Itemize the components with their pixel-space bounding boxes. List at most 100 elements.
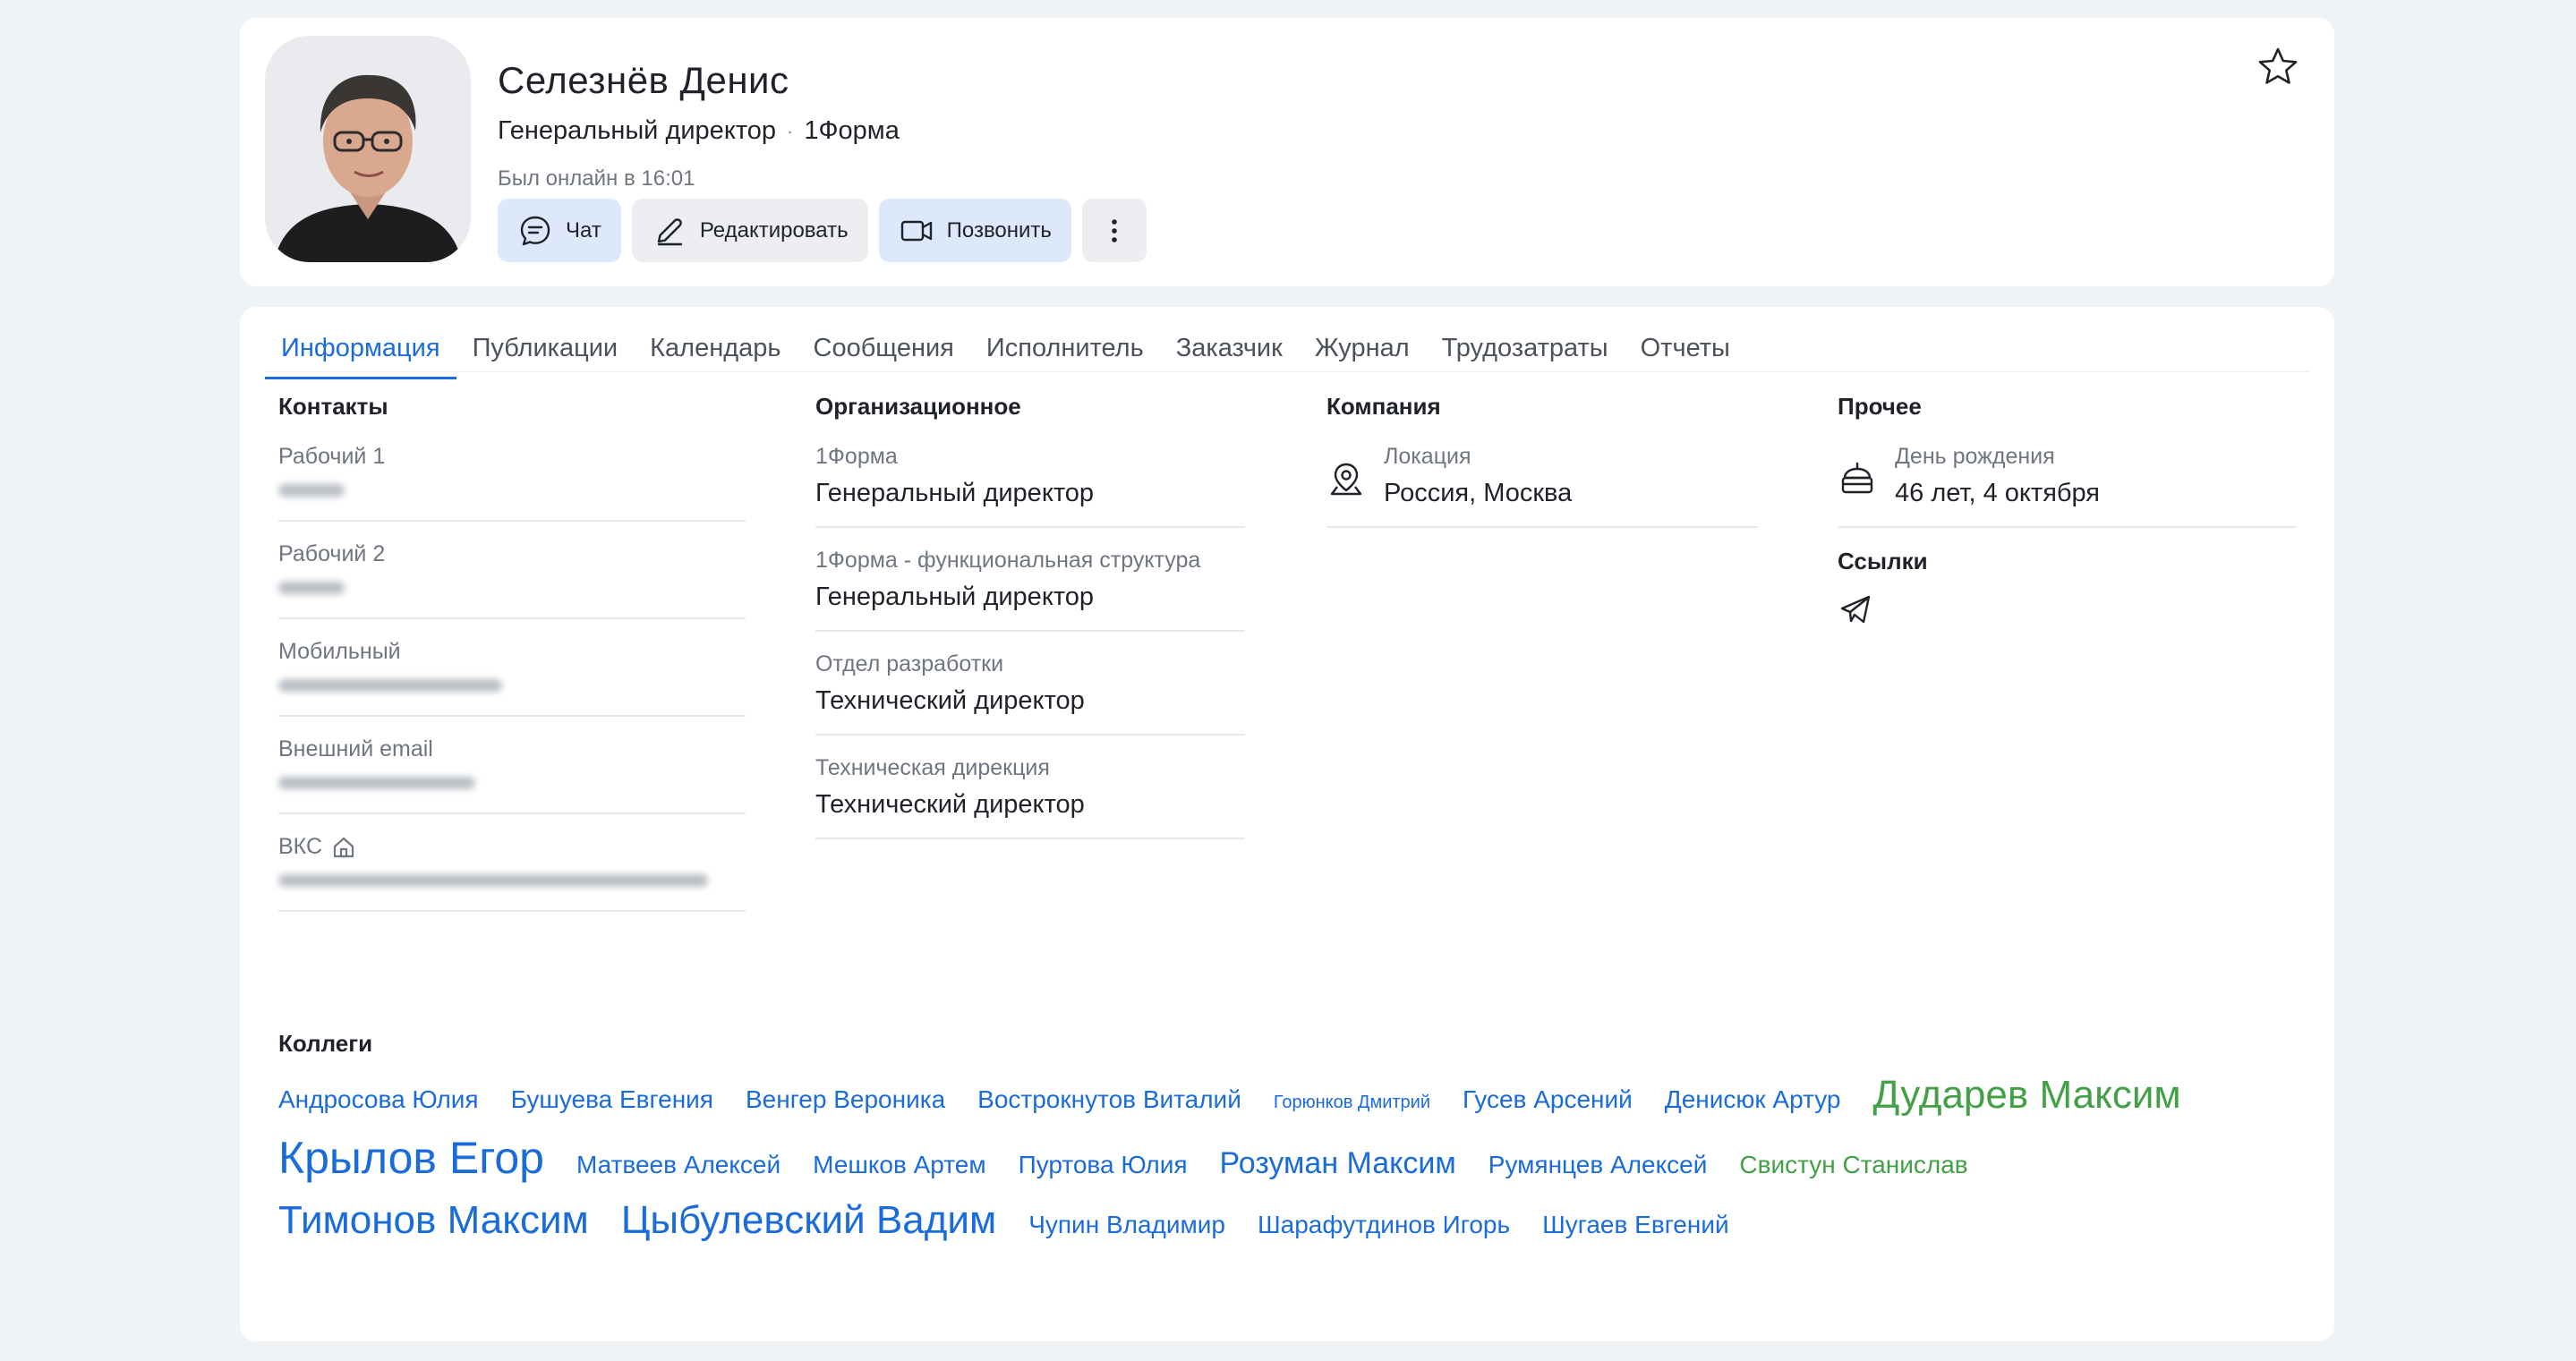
chat-icon	[520, 216, 550, 245]
links-title: Ссылки	[1838, 548, 1928, 574]
company-column: Компания Локация Россия, Москва	[1326, 393, 1758, 548]
cake-icon	[1841, 462, 1873, 494]
location-text: Локация Россия, Москва	[1384, 444, 1572, 508]
field-label: Рабочий 1	[278, 444, 386, 469]
edit-button-label: Редактировать	[699, 217, 849, 242]
colleague-link[interactable]: Венгер Вероника	[746, 1076, 945, 1123]
colleague-link[interactable]: Гусев Арсений	[1463, 1076, 1633, 1123]
tab-calendar[interactable]: Календарь	[634, 319, 797, 379]
field-value: 46 лет, 4 октября	[1895, 479, 2101, 507]
call-button[interactable]: Позвонить	[878, 199, 1071, 262]
company-title: Компания	[1326, 393, 1441, 420]
blurred-value	[278, 771, 746, 795]
tab-bar: Информация Публикации Календарь Сообщени…	[265, 319, 1746, 379]
blurred-value	[278, 479, 746, 502]
org-field: Отдел разработки Технический директор	[815, 651, 1245, 736]
colleague-link[interactable]: Румянцев Алексей	[1488, 1142, 1708, 1188]
colleague-link[interactable]: Розуман Максим	[1220, 1140, 1456, 1187]
field-label: Внешний email	[278, 736, 433, 761]
contact-field-email: Внешний email	[278, 736, 746, 814]
org-column: Организационное 1Форма Генеральный дирек…	[815, 393, 1245, 859]
call-button-label: Позвонить	[946, 217, 1052, 242]
tab-publications[interactable]: Публикации	[456, 319, 635, 379]
field-label: ВКС	[278, 834, 323, 859]
field-value: Генеральный директор	[815, 583, 1095, 611]
colleague-link[interactable]: Пуртова Юлия	[1019, 1142, 1188, 1188]
telegram-icon[interactable]	[1838, 591, 1873, 627]
colleague-link[interactable]: Денисюк Артур	[1665, 1076, 1841, 1123]
colleague-link[interactable]: Тимонов Максим	[278, 1197, 589, 1244]
field-label: Локация	[1384, 444, 1471, 469]
tab-executor[interactable]: Исполнитель	[970, 319, 1160, 379]
birthday-field: День рождения 46 лет, 4 октября	[1838, 444, 2296, 528]
contact-field-work1: Рабочий 1	[278, 444, 746, 522]
tab-information[interactable]: Информация	[265, 319, 456, 379]
home-icon	[333, 837, 354, 857]
org-field: 1Форма Генеральный директор	[815, 444, 1245, 528]
colleague-link[interactable]: Вострокнутов Виталий	[977, 1076, 1241, 1123]
chat-button-label: Чат	[566, 217, 601, 242]
colleague-link[interactable]: Чупин Владимир	[1028, 1202, 1225, 1248]
colleague-link[interactable]: Крылов Егор	[278, 1135, 544, 1181]
colleague-link[interactable]: Цыбулевский Вадим	[621, 1197, 996, 1244]
location-pin-icon	[1330, 463, 1362, 496]
tab-reports[interactable]: Отчеты	[1625, 319, 1746, 379]
field-value: Россия, Москва	[1384, 479, 1573, 507]
profile-name: Селезнёв Денис	[498, 59, 789, 101]
avatar	[265, 36, 471, 262]
colleague-link[interactable]: Матвеев Алексей	[576, 1142, 780, 1188]
colleagues-cloud: Андросова Юлия Бушуева Евгения Венгер Ве…	[278, 1072, 2301, 1248]
field-value: Технический директор	[815, 686, 1085, 715]
tab-messages[interactable]: Сообщения	[798, 319, 970, 379]
separator-dot: ·	[787, 119, 794, 142]
colleague-link[interactable]: Дударев Максим	[1872, 1072, 2180, 1119]
more-vertical-icon	[1112, 218, 1117, 242]
chat-button[interactable]: Чат	[498, 199, 621, 262]
other-title: Прочее	[1838, 393, 1922, 420]
profile-company: 1Форма	[804, 116, 900, 145]
pencil-icon	[657, 217, 683, 245]
colleague-link[interactable]: Мешков Артем	[813, 1142, 985, 1188]
field-label: 1Форма - функциональная структура	[815, 548, 1201, 573]
field-label: 1Форма	[815, 444, 898, 469]
edit-button[interactable]: Редактировать	[631, 199, 868, 262]
blurred-value	[278, 869, 746, 892]
colleagues-title: Коллеги	[278, 1030, 373, 1057]
avatar-photo	[265, 36, 471, 262]
field-label: Мобильный	[278, 639, 401, 664]
field-label: Отдел разработки	[815, 651, 1004, 676]
profile-card: Селезнёв Денис Генеральный директор · 1Ф…	[240, 18, 2334, 286]
field-label-row: ВКС	[278, 834, 746, 860]
online-status: Был онлайн в 16:01	[498, 166, 695, 191]
contacts-title: Контакты	[278, 393, 388, 420]
favorite-star-icon[interactable]	[2256, 45, 2300, 89]
blurred-value	[278, 674, 746, 697]
org-title: Организационное	[815, 393, 1021, 420]
tab-bar-divider	[265, 371, 2309, 372]
contact-field-vks: ВКС	[278, 834, 746, 912]
tab-customer[interactable]: Заказчик	[1160, 319, 1299, 379]
birthday-text: День рождения 46 лет, 4 октября	[1895, 444, 2100, 508]
colleague-link[interactable]: Шугаев Евгений	[1542, 1202, 1729, 1248]
colleague-link[interactable]: Шарафутдинов Игорь	[1258, 1202, 1510, 1248]
tab-journal[interactable]: Журнал	[1299, 319, 1426, 379]
colleague-link[interactable]: Бушуева Евгения	[511, 1076, 713, 1123]
contact-field-work2: Рабочий 2	[278, 541, 746, 619]
profile-position: Генеральный директор	[498, 116, 777, 145]
main-card: Информация Публикации Календарь Сообщени…	[240, 307, 2334, 1341]
contact-field-mobile: Мобильный	[278, 639, 746, 717]
location-field: Локация Россия, Москва	[1326, 444, 1758, 528]
org-field: Техническая дирекция Технический директо…	[815, 755, 1245, 839]
contacts-column: Контакты Рабочий 1 Рабочий 2 Мобильный В…	[278, 393, 746, 931]
position-line: Генеральный директор · 1Форма	[498, 116, 900, 146]
colleague-link[interactable]: Свистун Станислав	[1739, 1142, 1967, 1188]
video-camera-icon	[900, 220, 932, 241]
field-value: Технический директор	[815, 790, 1085, 819]
colleague-link[interactable]: Горюнков Дмитрий	[1274, 1079, 1430, 1126]
field-label: Техническая дирекция	[815, 755, 1050, 780]
other-column: Прочее День рождения 46 лет, 4 октября С…	[1838, 393, 2296, 632]
tab-labor[interactable]: Трудозатраты	[1426, 319, 1625, 379]
field-value: Генеральный директор	[815, 479, 1095, 507]
colleague-link[interactable]: Андросова Юлия	[278, 1076, 479, 1123]
more-button[interactable]	[1081, 199, 1147, 262]
